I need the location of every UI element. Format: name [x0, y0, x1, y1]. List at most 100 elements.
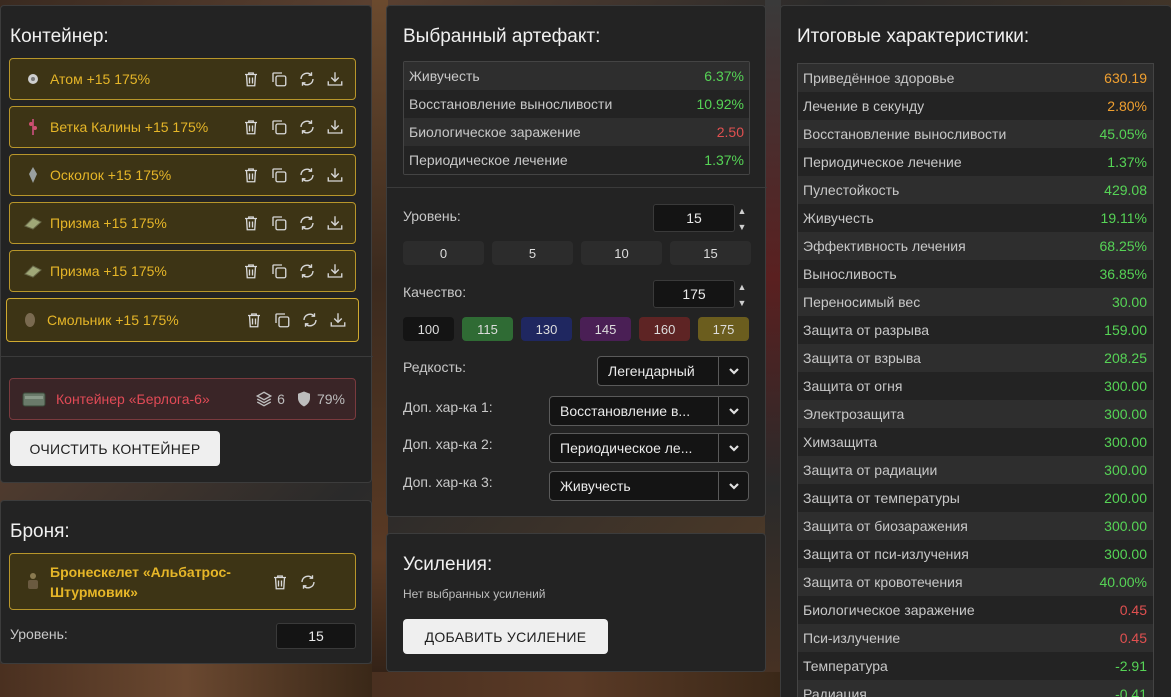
level-preset-button[interactable]: 10	[581, 241, 662, 265]
refresh-icon	[300, 72, 314, 86]
replace-armor-button[interactable]	[298, 572, 318, 592]
stat-value: 6.37%	[704, 68, 744, 84]
total-stat-value: 300.00	[1104, 546, 1147, 562]
extra2-label: Доп. хар-ка 2:	[403, 436, 493, 452]
delete-armor-button[interactable]	[270, 572, 290, 592]
delete-artifact-button[interactable]	[241, 117, 261, 137]
quality-preset-button[interactable]: 175	[698, 317, 749, 341]
refresh-icon	[300, 264, 314, 278]
stat-label: Периодическое лечение	[409, 152, 568, 168]
copy-icon	[272, 72, 287, 87]
chevron-down-icon: ▼	[737, 222, 747, 232]
artifact-slot[interactable]: Призма +15 175%	[9, 202, 356, 244]
level-preset-button[interactable]: 15	[670, 241, 751, 265]
copy-artifact-button[interactable]	[272, 310, 292, 330]
chevron-down-icon	[728, 408, 739, 415]
clear-container-button[interactable]: ОЧИСТИТЬ КОНТЕЙНЕР	[10, 431, 220, 466]
refresh-icon	[300, 168, 314, 182]
replace-artifact-button[interactable]	[297, 213, 317, 233]
copy-artifact-button[interactable]	[269, 213, 289, 233]
level-stepper[interactable]: ▲ ▼	[735, 205, 749, 233]
quality-preset-button[interactable]: 130	[521, 317, 572, 341]
total-stat-row: Биологическое заражение 0.45	[798, 596, 1153, 624]
delete-artifact-button[interactable]	[244, 310, 264, 330]
copy-artifact-button[interactable]	[269, 165, 289, 185]
quality-preset-button[interactable]: 145	[580, 317, 631, 341]
total-stat-label: Электрозащита	[803, 406, 905, 422]
artifact-title: Выбранный артефакт:	[403, 26, 601, 47]
extra2-select[interactable]: Периодическое ле...	[549, 433, 749, 463]
download-artifact-button[interactable]	[325, 261, 345, 281]
artifact-slot[interactable]: Смольник +15 175%	[6, 298, 359, 342]
quality-input[interactable]: 175	[653, 280, 735, 308]
resin-icon	[21, 311, 39, 329]
extra2-value: Периодическое ле...	[560, 440, 693, 456]
quality-preset-button[interactable]: 100	[403, 317, 454, 341]
delete-artifact-button[interactable]	[241, 165, 261, 185]
total-stat-row: Защита от огня 300.00	[798, 372, 1153, 400]
container-title: Контейнер:	[10, 26, 109, 47]
artifact-slot-name: Ветка Калины +15 175%	[50, 119, 209, 135]
download-artifact-button[interactable]	[325, 165, 345, 185]
total-stat-label: Биологическое заражение	[803, 602, 975, 618]
delete-artifact-button[interactable]	[241, 213, 261, 233]
shard-icon	[24, 166, 42, 184]
level-preset-button[interactable]: 0	[403, 241, 484, 265]
replace-artifact-button[interactable]	[297, 69, 317, 89]
total-stat-row: Защита от температуры 200.00	[798, 484, 1153, 512]
total-stat-value: 40.00%	[1099, 574, 1147, 590]
rarity-value: Легендарный	[608, 363, 695, 379]
refresh-icon	[303, 313, 317, 327]
artifact-slot[interactable]: Атом +15 175%	[9, 58, 356, 100]
artifact-stats-table: Живучесть 6.37% Восстановление выносливо…	[403, 61, 750, 175]
download-artifact-button[interactable]	[325, 69, 345, 89]
total-stat-label: Защита от кровотечения	[803, 574, 963, 590]
quality-stepper[interactable]: ▲ ▼	[735, 281, 749, 309]
copy-artifact-button[interactable]	[269, 261, 289, 281]
total-stat-row: Защита от радиации 300.00	[798, 456, 1153, 484]
quality-preset-button[interactable]: 160	[639, 317, 690, 341]
download-artifact-button[interactable]	[325, 213, 345, 233]
boosts-empty-text: Нет выбранных усилений	[403, 587, 546, 601]
quality-preset-button[interactable]: 115	[462, 317, 513, 341]
extra1-select[interactable]: Восстановление в...	[549, 396, 749, 426]
rarity-select[interactable]: Легендарный	[597, 356, 749, 386]
artifact-panel: Выбранный артефакт: Живучесть 6.37% Восс…	[386, 5, 767, 517]
replace-artifact-button[interactable]	[297, 261, 317, 281]
copy-artifact-button[interactable]	[269, 117, 289, 137]
armor-item[interactable]: Бронескелет «Альбатрос-Штурмовик»	[9, 553, 356, 610]
total-stat-value: 2.80%	[1107, 98, 1147, 114]
level-input[interactable]: 15	[653, 204, 735, 232]
artifact-slot[interactable]: Осколок +15 175%	[9, 154, 356, 196]
armor-level-input[interactable]: 15	[276, 623, 356, 649]
delete-artifact-button[interactable]	[241, 69, 261, 89]
artifact-slot-name: Призма +15 175%	[50, 263, 167, 279]
copy-artifact-button[interactable]	[269, 69, 289, 89]
total-stat-value: 630.19	[1104, 70, 1147, 86]
level-preset-button[interactable]: 5	[492, 241, 573, 265]
trash-icon	[245, 264, 257, 279]
protection-value: 79%	[316, 391, 345, 407]
replace-artifact-button[interactable]	[300, 310, 320, 330]
artifact-slot[interactable]: Призма +15 175%	[9, 250, 356, 292]
artifact-slot[interactable]: Ветка Калины +15 175%	[9, 106, 356, 148]
total-stat-value: 36.85%	[1099, 266, 1147, 282]
trash-icon	[245, 216, 257, 231]
extra3-select[interactable]: Живучесть	[549, 471, 749, 501]
download-icon	[327, 216, 343, 230]
total-stat-row: Электрозащита 300.00	[798, 400, 1153, 428]
download-artifact-button[interactable]	[325, 117, 345, 137]
copy-icon	[272, 216, 287, 231]
total-stat-label: Пси-излучение	[803, 630, 901, 646]
total-stat-value: -0.41	[1115, 686, 1147, 697]
replace-artifact-button[interactable]	[297, 165, 317, 185]
add-boost-button[interactable]: ДОБАВИТЬ УСИЛЕНИЕ	[403, 619, 608, 654]
replace-artifact-button[interactable]	[297, 117, 317, 137]
total-stat-label: Живучесть	[803, 210, 874, 226]
total-stat-row: Приведённое здоровье 630.19	[798, 64, 1153, 92]
total-stat-row: Защита от биозаражения 300.00	[798, 512, 1153, 540]
container-item[interactable]: Контейнер «Берлога-6» 6 79%	[9, 378, 356, 420]
total-stat-value: 30.00	[1111, 294, 1147, 310]
delete-artifact-button[interactable]	[241, 261, 261, 281]
download-artifact-button[interactable]	[328, 310, 348, 330]
